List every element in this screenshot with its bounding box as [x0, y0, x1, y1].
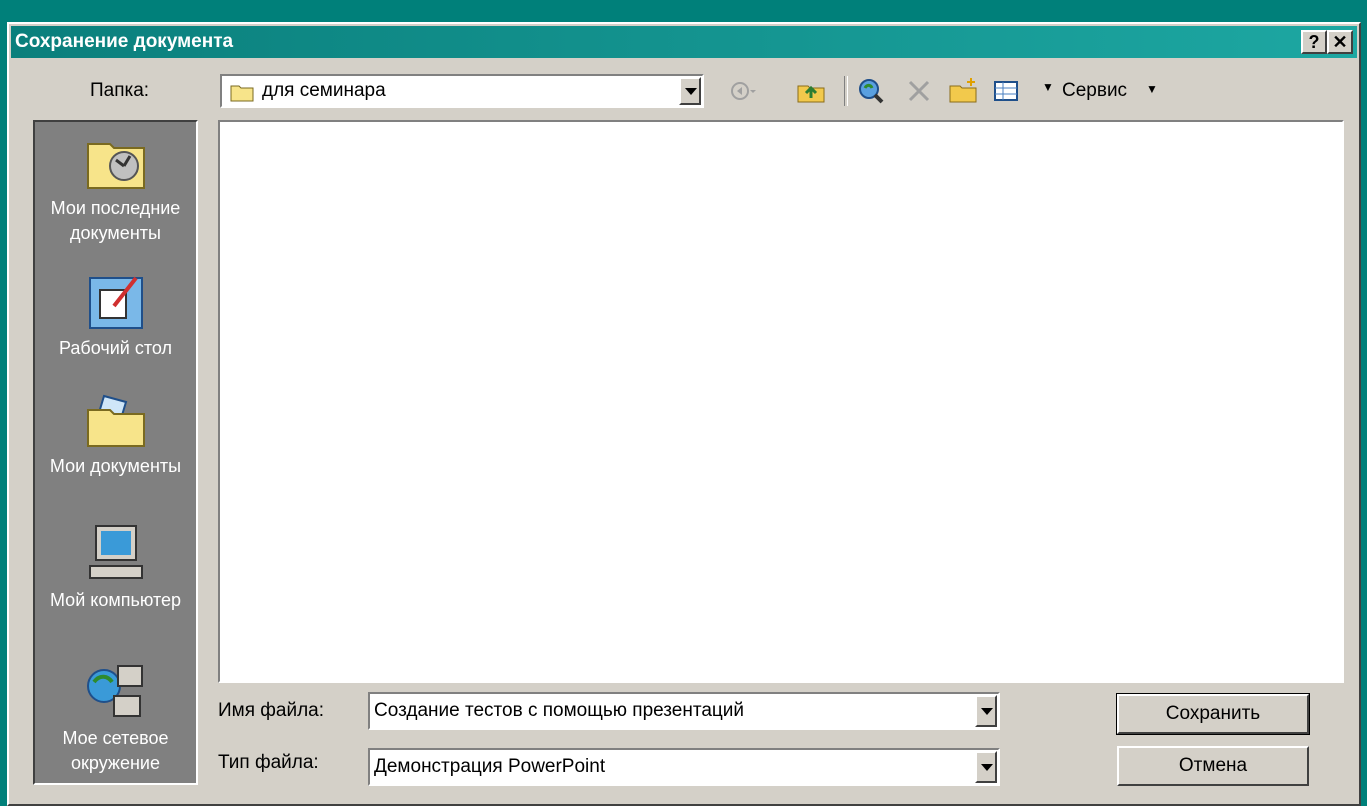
place-network[interactable]: Мое сетевое окружение [35, 662, 196, 776]
search-web-icon[interactable] [856, 76, 886, 106]
new-folder-icon[interactable] [948, 76, 978, 106]
folder-label: Папка: [90, 80, 150, 101]
recent-documents-icon [86, 143, 145, 189]
views-dropdown-icon[interactable]: ▼ [1042, 80, 1054, 94]
filetype-dropdown-button[interactable] [975, 751, 997, 783]
filetype-select[interactable]: Демонстрация PowerPoint [368, 748, 1000, 786]
place-label: Мои последние документы [50, 198, 181, 243]
help-button[interactable]: ? [1301, 30, 1327, 54]
place-label: Мое сетевое окружение [62, 728, 169, 773]
place-recent-documents[interactable]: Мои последние документы [35, 132, 196, 246]
folder-dropdown-button[interactable] [679, 77, 701, 105]
window-title: Сохранение документа [15, 31, 234, 52]
filetype-value: Демонстрация PowerPoint [374, 756, 606, 777]
filename-input[interactable]: Создание тестов с помощью презентаций [368, 692, 1000, 730]
place-label: Мой компьютер [49, 590, 182, 610]
tools-menu[interactable]: Сервис [1062, 80, 1127, 102]
folder-icon [230, 82, 254, 107]
file-list[interactable] [218, 120, 1344, 683]
folder-value: для семинара [262, 80, 386, 101]
place-desktop[interactable]: Рабочий стол [35, 272, 196, 361]
delete-icon[interactable] [904, 76, 934, 106]
network-places-icon [86, 665, 143, 717]
save-button[interactable]: Сохранить [1116, 693, 1310, 735]
place-my-computer[interactable]: Мой компьютер [35, 524, 196, 613]
up-folder-icon[interactable] [796, 76, 826, 106]
back-icon[interactable] [728, 76, 758, 106]
filename-value: Создание тестов с помощью презентаций [374, 700, 745, 721]
folder-select[interactable]: для семинара [220, 74, 704, 108]
place-label: Рабочий стол [59, 338, 172, 358]
filename-dropdown-button[interactable] [975, 695, 997, 727]
places-bar: Мои последние документы Рабочий стол Мои… [33, 120, 198, 785]
title-bar[interactable]: Сохранение документа ? ✕ [11, 26, 1357, 58]
views-icon[interactable] [992, 76, 1022, 106]
close-button[interactable]: ✕ [1327, 30, 1353, 54]
cancel-button[interactable]: Отмена [1117, 746, 1309, 786]
filename-label: Имя файла: [218, 700, 325, 721]
tools-dropdown-icon[interactable]: ▼ [1146, 82, 1158, 96]
toolbar-separator [844, 76, 848, 106]
my-computer-icon [88, 525, 143, 579]
place-my-documents[interactable]: Мои документы [35, 390, 196, 479]
desktop-icon [88, 276, 143, 329]
filetype-label: Тип файла: [218, 752, 319, 773]
my-documents-icon [86, 394, 145, 447]
place-label: Мои документы [49, 456, 182, 476]
